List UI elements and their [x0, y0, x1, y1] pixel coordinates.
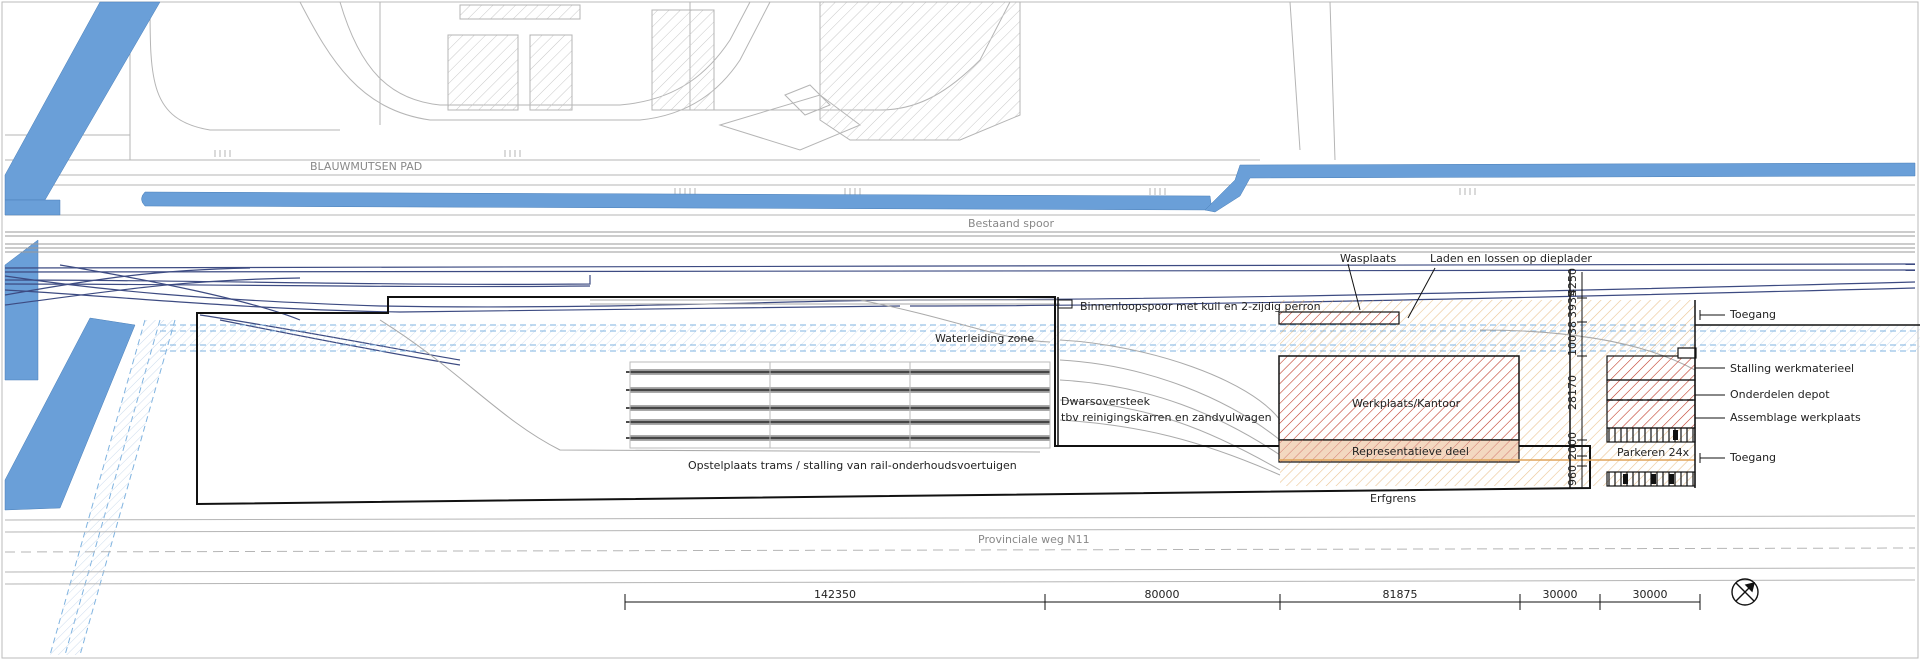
legend-parts: Onderdelen depot	[1730, 388, 1830, 401]
legend-access-top: Toegang	[1729, 308, 1776, 321]
crossing-label-1: Dwarsoversteek	[1061, 395, 1151, 408]
vdim-4250: 4250	[1566, 268, 1579, 296]
vdim-28170: 28170	[1566, 375, 1579, 410]
hdim-30000-a: 30000	[1543, 588, 1578, 601]
tram-sets	[626, 361, 1051, 449]
property-line-label: Erfgrens	[1370, 492, 1416, 505]
loading-label: Laden en lossen op dieplader	[1430, 252, 1592, 265]
street-label: BLAUWMUTSEN PAD	[310, 160, 422, 173]
existing-track-label: Bestaand spoor	[968, 217, 1054, 230]
water-zone-label: Waterleiding zone	[935, 332, 1034, 345]
wash-place-label: Wasplaats	[1340, 252, 1396, 265]
horizontal-dimension-labels: 142350 80000 81875 30000 30000	[814, 588, 1668, 601]
road-label: Provinciale weg N11	[978, 533, 1090, 546]
hdim-30000-b: 30000	[1633, 588, 1668, 601]
crossing-label-2: tbv reinigingskarren en zandvulwagen	[1061, 411, 1272, 424]
storage-label: Opstelplaats trams / stalling van rail-o…	[688, 459, 1017, 472]
parking-label: Parkeren 24x	[1617, 446, 1690, 459]
site-plan: 3935 4250 10038 28170 2000 960 142350 80…	[1, 1, 1920, 659]
existing-railway	[5, 231, 1915, 253]
wash-place	[1278, 311, 1400, 325]
inner-track-label: Binnenloopspoor met kuil en 2-zijdig per…	[1080, 300, 1321, 313]
hdim-142350: 142350	[814, 588, 856, 601]
provincial-road	[4, 515, 1916, 585]
vdim-2000: 2000	[1566, 432, 1579, 460]
hdim-80000: 80000	[1145, 588, 1180, 601]
legend-equipment: Stalling werkmaterieel	[1730, 362, 1854, 375]
building-blocks	[447, 1, 1021, 141]
legend-access-bottom: Toegang	[1729, 451, 1776, 464]
representative-label: Representatieve deel	[1352, 445, 1469, 458]
workshop-label: Werkplaats/Kantoor	[1352, 397, 1461, 410]
north-arrow-icon	[1731, 578, 1759, 606]
hdim-81875: 81875	[1383, 588, 1418, 601]
vertical-dimension-labels: 3935 4250 10038 28170 2000 960	[1566, 268, 1579, 486]
vdim-960: 960	[1566, 465, 1579, 486]
legend-assembly: Assemblage werkplaats	[1730, 411, 1861, 424]
vdim-10038: 10038	[1566, 321, 1579, 356]
